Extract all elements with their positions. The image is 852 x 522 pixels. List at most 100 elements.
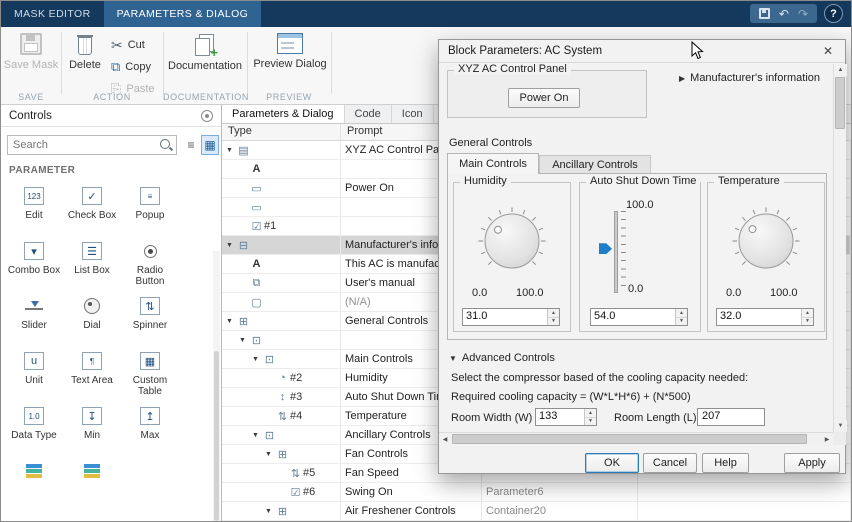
spin-buttons[interactable]: ▲▼ [584,409,596,425]
spin-buttons[interactable]: ▲▼ [547,309,559,325]
save-mask-button[interactable]: Save Mask [3,33,59,71]
cut-button[interactable]: ✂ Cut [111,36,145,53]
expand-arrow-icon[interactable]: ▼ [226,147,236,154]
palette-item-unit[interactable]: uUnit [5,346,63,401]
dialog-title-bar[interactable]: Block Parameters: AC System ✕ [439,40,845,63]
expand-arrow-icon[interactable]: ▼ [239,337,249,344]
room-length-field[interactable]: 207 [697,408,765,426]
temperature-spinbox[interactable]: 32.0 ▲▼ [716,308,814,326]
power-on-button[interactable]: Power On [508,88,580,108]
room-width-spinbox[interactable]: 133 ▲▼ [535,408,597,426]
expand-arrow-icon[interactable]: ▼ [265,508,275,515]
palette-item-text-area[interactable]: ¶Text Area [63,346,121,401]
row-type-cell: ▼⊞ [222,312,341,330]
spin-down-icon[interactable]: ▼ [676,318,687,326]
expand-arrow-icon[interactable]: ▼ [226,242,236,249]
delete-button[interactable]: Delete [63,33,107,71]
tab-code[interactable]: Code [345,105,392,123]
spin-up-icon[interactable]: ▲ [548,309,559,318]
tab-mask-editor[interactable]: MASK EDITOR [1,1,104,27]
param-number: #5 [303,467,315,479]
param-number: #4 [290,410,302,422]
shutdown-spinbox[interactable]: 54.0 ▲▼ [590,308,688,326]
palette-item-stack[interactable] [63,456,121,511]
help-icon[interactable]: ? [824,4,843,23]
scrollbar-thumb[interactable] [214,351,219,521]
palette-item-spinner[interactable]: ⇅Spinner [121,291,179,346]
spin-down-icon[interactable]: ▼ [802,318,813,326]
grid-view-button[interactable]: ▦ [201,135,219,155]
palette-scrollbar[interactable] [213,251,220,522]
palette-item-custom-table[interactable]: ▦Custom Table [121,346,179,401]
redo-icon[interactable]: ↷ [798,8,808,20]
tab-parameters-dialog[interactable]: PARAMETERS & DIALOG [104,1,262,27]
scroll-up-icon[interactable]: ▲ [834,64,847,76]
palette-item-data-type[interactable]: 1.0Data Type [5,401,63,456]
palette-item-list-box[interactable]: ☰List Box [63,236,121,291]
panel-options-icon[interactable] [201,110,213,122]
palette-item-max[interactable]: ↥Max [121,401,179,456]
cancel-button[interactable]: Cancel [643,453,697,473]
save-icon[interactable] [759,8,770,19]
vscroll-thumb[interactable] [835,77,845,129]
controls-panel-header: Controls [1,105,221,127]
tab-icon[interactable]: Icon [392,105,434,123]
slider-track[interactable] [614,211,618,293]
spin-up-icon[interactable]: ▲ [676,309,687,318]
close-icon[interactable]: ✕ [820,44,836,58]
hscroll-thumb[interactable] [452,434,807,444]
humidity-dial[interactable] [470,197,554,281]
spin-down-icon[interactable]: ▼ [548,318,559,326]
expand-arrow-icon[interactable]: ▼ [252,432,262,439]
palette-item-min[interactable]: ↧Min [63,401,121,456]
row-name: Container20 [482,502,638,520]
tab-main-controls[interactable]: Main Controls [447,153,539,174]
ok-button[interactable]: OK [585,453,639,473]
palette-item-radio-button[interactable]: Radio Button [121,236,179,291]
copy-button[interactable]: ⧉ Copy [111,58,151,75]
spin-buttons[interactable]: ▲▼ [675,309,687,325]
palette-item-stack[interactable] [5,456,63,511]
palette-item-slider[interactable]: Slider [5,291,63,346]
customtable-icon: ▦ [140,351,160,371]
palette-item-check-box[interactable]: ✓Check Box [63,181,121,236]
shutdown-slider-thumb[interactable] [599,243,612,254]
search-icon[interactable] [159,138,173,152]
palette-item-edit[interactable]: 123Edit [5,181,63,236]
scroll-right-icon[interactable]: ▶ [821,433,833,446]
tab-icon: ⊡ [262,353,277,366]
tab-ancillary-controls[interactable]: Ancillary Controls [539,155,651,174]
palette-item-dial[interactable]: Dial [63,291,121,346]
search-input[interactable] [8,139,159,151]
list-view-button[interactable]: ≡ [182,135,200,155]
preview-dialog-button[interactable]: Preview Dialog [251,33,329,70]
help-button[interactable]: Help [702,453,749,473]
tab-parameters-and-dialog[interactable]: Parameters & Dialog [222,105,345,123]
scroll-down-icon[interactable]: ▼ [834,420,847,432]
scroll-left-icon[interactable]: ◀ [439,433,451,446]
advanced-controls-section[interactable]: ▼ Advanced Controls [449,352,555,364]
spin-up-icon[interactable]: ▲ [802,309,813,318]
palette-item-popup[interactable]: ≡Popup [121,181,179,236]
dialog-vscrollbar[interactable]: ▲ ▼ [833,64,846,432]
apply-button[interactable]: Apply [784,453,840,473]
temperature-label: Temperature [714,175,784,187]
documentation-button[interactable]: Documentation [167,33,243,72]
row-type-cell: ▼⊡ [222,331,341,349]
spin-up-icon[interactable]: ▲ [585,409,596,418]
manufacturer-information-section[interactable]: ▶ Manufacturer's information [679,72,820,84]
table-row[interactable]: ☑#6Swing OnParameter6 [222,483,851,502]
spin-buttons[interactable]: ▲▼ [801,309,813,325]
spin-down-icon[interactable]: ▼ [585,418,596,426]
temperature-dial[interactable] [724,197,808,281]
expand-arrow-icon[interactable]: ▼ [252,356,262,363]
dialog-hscrollbar[interactable]: ◀ ▶ [439,432,833,445]
palette-item-combo-box[interactable]: ▾Combo Box [5,236,63,291]
expand-arrow-icon[interactable]: ▼ [226,318,236,325]
humidity-spinbox[interactable]: 31.0 ▲▼ [462,308,560,326]
tabgroup-icon: ⊡ [249,334,264,347]
popup-icon: ≡ [140,186,160,206]
undo-icon[interactable]: ↶ [779,8,789,20]
table-row[interactable]: ▼⊞Air Freshener ControlsContainer20 [222,502,851,521]
expand-arrow-icon[interactable]: ▼ [265,451,275,458]
